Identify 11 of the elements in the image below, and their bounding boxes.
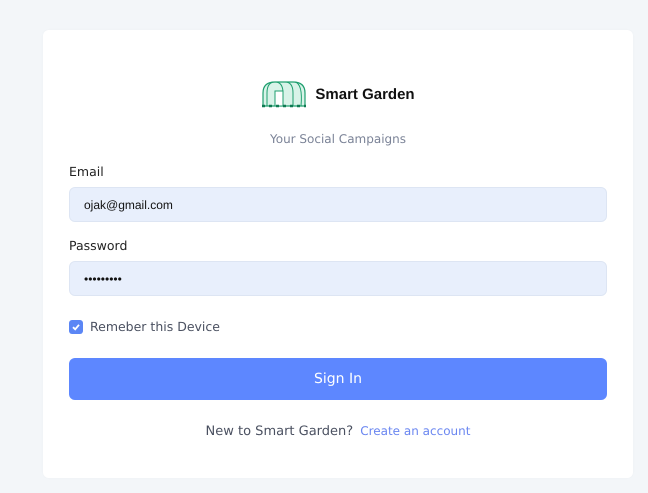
subtitle: Your Social Campaigns: [270, 132, 406, 146]
field-label: Email: [69, 164, 104, 179]
signup-prompt: New to Smart Garden?: [206, 424, 354, 439]
input-field[interactable]: •••••••••: [69, 261, 607, 296]
checkmark-icon: [71, 322, 81, 332]
greenhouse-icon: [261, 79, 308, 109]
field-label: Password: [69, 238, 128, 253]
checkbox-label: Remeber this Device: [90, 319, 220, 334]
checkbox[interactable]: [69, 320, 83, 334]
brand-name: Smart Garden: [315, 86, 415, 102]
input-field[interactable]: ojak@gmail.com: [69, 187, 607, 222]
